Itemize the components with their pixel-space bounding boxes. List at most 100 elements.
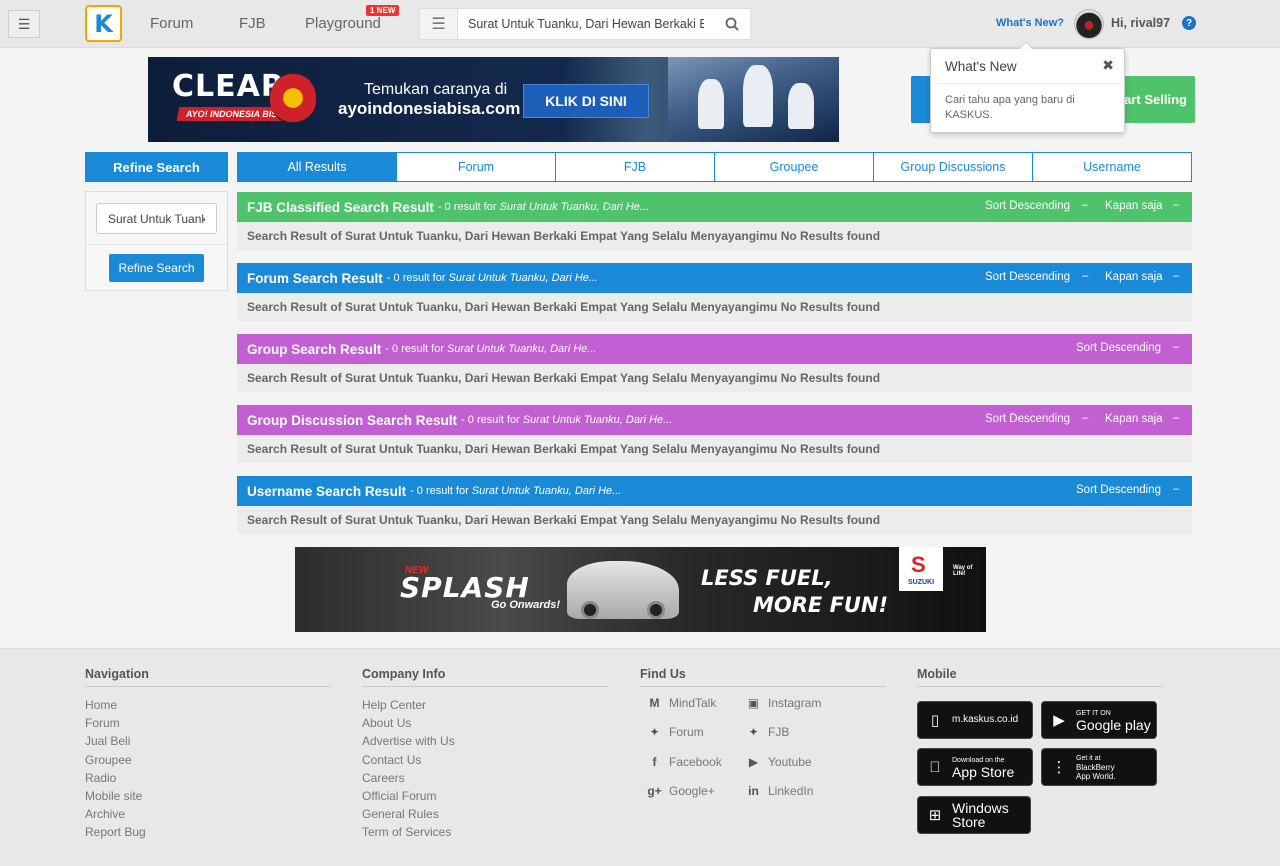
result-query: Surat Untuk Tuanku, Dari He...: [471, 485, 622, 497]
search-icon[interactable]: [714, 9, 750, 39]
footer-company-info: Company Info Help Center About Us Advert…: [362, 667, 608, 842]
help-icon[interactable]: ?: [1182, 16, 1196, 30]
user-greeting[interactable]: Hi, rival97: [1111, 16, 1170, 30]
footer-link-official-forum[interactable]: Official Forum: [362, 787, 608, 805]
footer-link-groupee[interactable]: Groupee: [85, 751, 331, 769]
result-query: Surat Untuk Tuanku, Dari He...: [499, 201, 650, 213]
footer-link-general-rules[interactable]: General Rules: [362, 805, 608, 823]
bottom-banner-ad[interactable]: NEW SPLASH Go Onwards! LESS FUEL, MORE F…: [295, 547, 986, 632]
result-header: Group Search Result - 0 result for Surat…: [237, 334, 1192, 364]
result-title: Group Search Result: [247, 341, 382, 357]
youtube-icon: ▶: [748, 754, 759, 769]
top-banner-ad[interactable]: CLEAR AYO! INDONESIA BISA Temukan carany…: [148, 57, 839, 142]
footer-navigation: Navigation Home Forum Jual Beli Groupee …: [85, 667, 331, 842]
result-message: Search Result of Surat Untuk Tuanku, Dar…: [237, 364, 1192, 392]
sort-dropdown[interactable]: Sort Descending: [1076, 484, 1161, 496]
result-header: Username Search Result - 0 result for Su…: [237, 476, 1192, 506]
result-header: Forum Search Result - 0 result for Surat…: [237, 263, 1192, 293]
social-instagram[interactable]: ▣ Instagram: [745, 694, 822, 711]
group-discussion-result-section: Group Discussion Search Result - 0 resul…: [237, 405, 1192, 463]
mindtalk-icon: M: [649, 695, 660, 710]
time-filter-dropdown[interactable]: Kapan saja: [1105, 271, 1163, 283]
sort-dropdown[interactable]: Sort Descending: [985, 271, 1070, 283]
footer-link-jual-beli[interactable]: Jual Beli: [85, 732, 331, 750]
banner-cta-button[interactable]: KLIK DI SINI: [523, 84, 649, 118]
nav-forum[interactable]: Forum: [150, 15, 193, 32]
chevron-down-icon[interactable]: –: [1173, 412, 1179, 424]
blackberry-badge[interactable]: ⋮ Get it at BlackBerry App World.: [1041, 748, 1157, 786]
footer-link-report-bug[interactable]: Report Bug: [85, 823, 331, 841]
sort-dropdown[interactable]: Sort Descending: [1076, 342, 1161, 354]
search-category-menu-icon[interactable]: ☰: [420, 9, 458, 39]
result-title: Group Discussion Search Result: [247, 412, 458, 428]
tab-all-results[interactable]: All Results: [238, 153, 396, 181]
footer-link-terms[interactable]: Term of Services: [362, 823, 608, 841]
chevron-down-icon[interactable]: –: [1082, 270, 1088, 282]
tab-group-discussions[interactable]: Group Discussions: [873, 153, 1032, 181]
popover-title: What's New: [945, 59, 1017, 74]
mobile-site-badge[interactable]: ▯ m.kaskus.co.id: [917, 701, 1033, 739]
windows-store-badge[interactable]: ⊞ Windows Store: [917, 796, 1031, 834]
search-input[interactable]: [458, 17, 714, 31]
chevron-down-icon[interactable]: –: [1082, 199, 1088, 211]
result-query: Surat Untuk Tuanku, Dari He...: [522, 414, 673, 426]
tab-username[interactable]: Username: [1032, 153, 1191, 181]
refine-search-input[interactable]: [96, 203, 217, 234]
brand-tagline: Way of Life!: [953, 565, 973, 577]
social-mindtalk[interactable]: M MindTalk: [646, 694, 717, 711]
footer-link-radio[interactable]: Radio: [85, 769, 331, 787]
footer-link-forum[interactable]: Forum: [85, 714, 331, 732]
nav-fjb[interactable]: FJB: [239, 15, 266, 32]
kaskus-logo[interactable]: K: [85, 5, 122, 42]
time-filter-dropdown[interactable]: Kapan saja: [1105, 200, 1163, 212]
whats-new-link[interactable]: What's New?: [996, 17, 1064, 29]
footer-mobile: Mobile: [917, 667, 1163, 687]
result-header: FJB Classified Search Result - 0 result …: [237, 192, 1192, 222]
result-query: Surat Untuk Tuanku, Dari He...: [446, 343, 597, 355]
social-twitter-fjb[interactable]: ✦ FJB: [745, 723, 789, 740]
footer-link-mobile-site[interactable]: Mobile site: [85, 787, 331, 805]
sort-dropdown[interactable]: Sort Descending: [985, 413, 1070, 425]
chevron-down-icon[interactable]: –: [1173, 270, 1179, 282]
footer-link-about-us[interactable]: About Us: [362, 714, 608, 732]
tab-fjb[interactable]: FJB: [555, 153, 714, 181]
result-count: - 0 result for: [437, 201, 497, 213]
menu-icon[interactable]: ☰: [8, 10, 40, 38]
close-icon[interactable]: ✖: [1102, 57, 1114, 74]
group-result-section: Group Search Result - 0 result for Surat…: [237, 334, 1192, 392]
footer-link-home[interactable]: Home: [85, 696, 331, 714]
footer-link-advertise[interactable]: Advertise with Us: [362, 732, 608, 750]
social-youtube[interactable]: ▶ Youtube: [745, 753, 812, 770]
avatar[interactable]: [1074, 9, 1104, 39]
footer-link-careers[interactable]: Careers: [362, 769, 608, 787]
footer-link-help-center[interactable]: Help Center: [362, 696, 608, 714]
facebook-icon: f: [652, 754, 657, 769]
linkedin-icon: in: [748, 783, 759, 798]
banner-line2: ayoindonesiabisa.com: [338, 99, 521, 118]
social-linkedin[interactable]: in LinkedIn: [745, 782, 813, 799]
chevron-down-icon[interactable]: –: [1173, 483, 1179, 495]
social-facebook[interactable]: f Facebook: [646, 753, 722, 770]
social-google-plus[interactable]: g+ Google+: [646, 782, 714, 799]
tab-groupee[interactable]: Groupee: [714, 153, 873, 181]
nav-playground[interactable]: Playground: [305, 15, 381, 32]
chevron-down-icon[interactable]: –: [1082, 412, 1088, 424]
social-twitter-forum[interactable]: ✦ Forum: [646, 723, 703, 740]
tab-forum[interactable]: Forum: [396, 153, 555, 181]
footer-section-title: Company Info: [362, 667, 608, 687]
whats-new-popover: What's New ✖ Cari tahu apa yang baru di …: [930, 42, 1125, 133]
refine-search-button[interactable]: Refine Search: [109, 254, 204, 282]
footer-link-archive[interactable]: Archive: [85, 805, 331, 823]
apple-icon: : [926, 756, 944, 778]
chevron-down-icon[interactable]: –: [1173, 199, 1179, 211]
sort-dropdown[interactable]: Sort Descending: [985, 200, 1070, 212]
time-filter-dropdown[interactable]: Kapan saja: [1105, 413, 1163, 425]
car-image: [567, 561, 679, 619]
club-crest-icon: [270, 73, 316, 123]
result-title: FJB Classified Search Result: [247, 199, 434, 215]
footer-link-contact-us[interactable]: Contact Us: [362, 751, 608, 769]
google-play-badge[interactable]: ▶ GET IT ON Google play: [1041, 701, 1157, 739]
chevron-down-icon[interactable]: –: [1173, 341, 1179, 353]
google-play-icon: ▶: [1053, 712, 1065, 729]
app-store-badge[interactable]:  Download on theApp Store: [917, 748, 1033, 786]
